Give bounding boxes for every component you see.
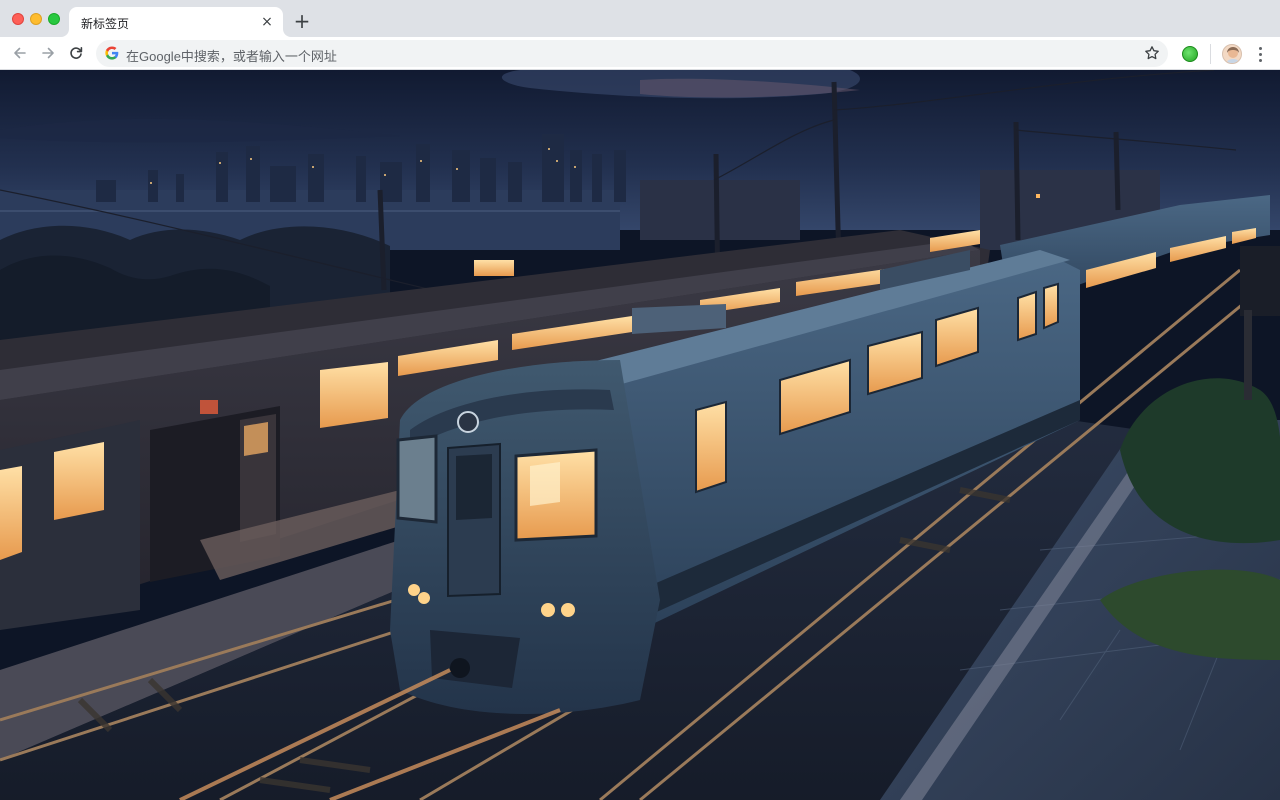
night-train-station-wallpaper	[0, 70, 1280, 800]
tab-close-icon[interactable]: ×	[259, 14, 275, 30]
reload-icon	[70, 47, 83, 59]
kebab-menu-icon[interactable]	[1254, 44, 1266, 64]
tab-title: 新标签页	[81, 17, 130, 31]
browser-toolbar: 在Google中搜索，或者输入一个网址	[0, 37, 1280, 70]
google-g-icon	[105, 46, 119, 60]
reload-button[interactable]	[66, 43, 86, 63]
address-bar[interactable]: 在Google中搜索，或者输入一个网址	[96, 40, 1168, 67]
omnibox-placeholder: 在Google中搜索，或者输入一个网址	[126, 49, 337, 64]
zoom-window-button[interactable]	[48, 13, 60, 25]
back-button[interactable]	[10, 43, 30, 63]
new-tab-wallpaper	[0, 70, 1280, 800]
star-icon[interactable]	[1144, 45, 1160, 61]
minimize-window-button[interactable]	[30, 13, 42, 25]
arrow-left-icon	[14, 47, 26, 59]
close-window-button[interactable]	[12, 13, 24, 25]
new-tab-button[interactable]: +	[291, 11, 313, 33]
toolbar-divider	[1210, 44, 1211, 64]
active-tab[interactable]: 新标签页 ×	[69, 7, 283, 37]
forward-button[interactable]	[38, 43, 58, 63]
green-extension-icon[interactable]	[1182, 46, 1198, 62]
tab-strip: 新标签页 × +	[0, 0, 1280, 37]
arrow-right-icon	[42, 47, 54, 59]
avatar-icon[interactable]	[1222, 44, 1242, 64]
